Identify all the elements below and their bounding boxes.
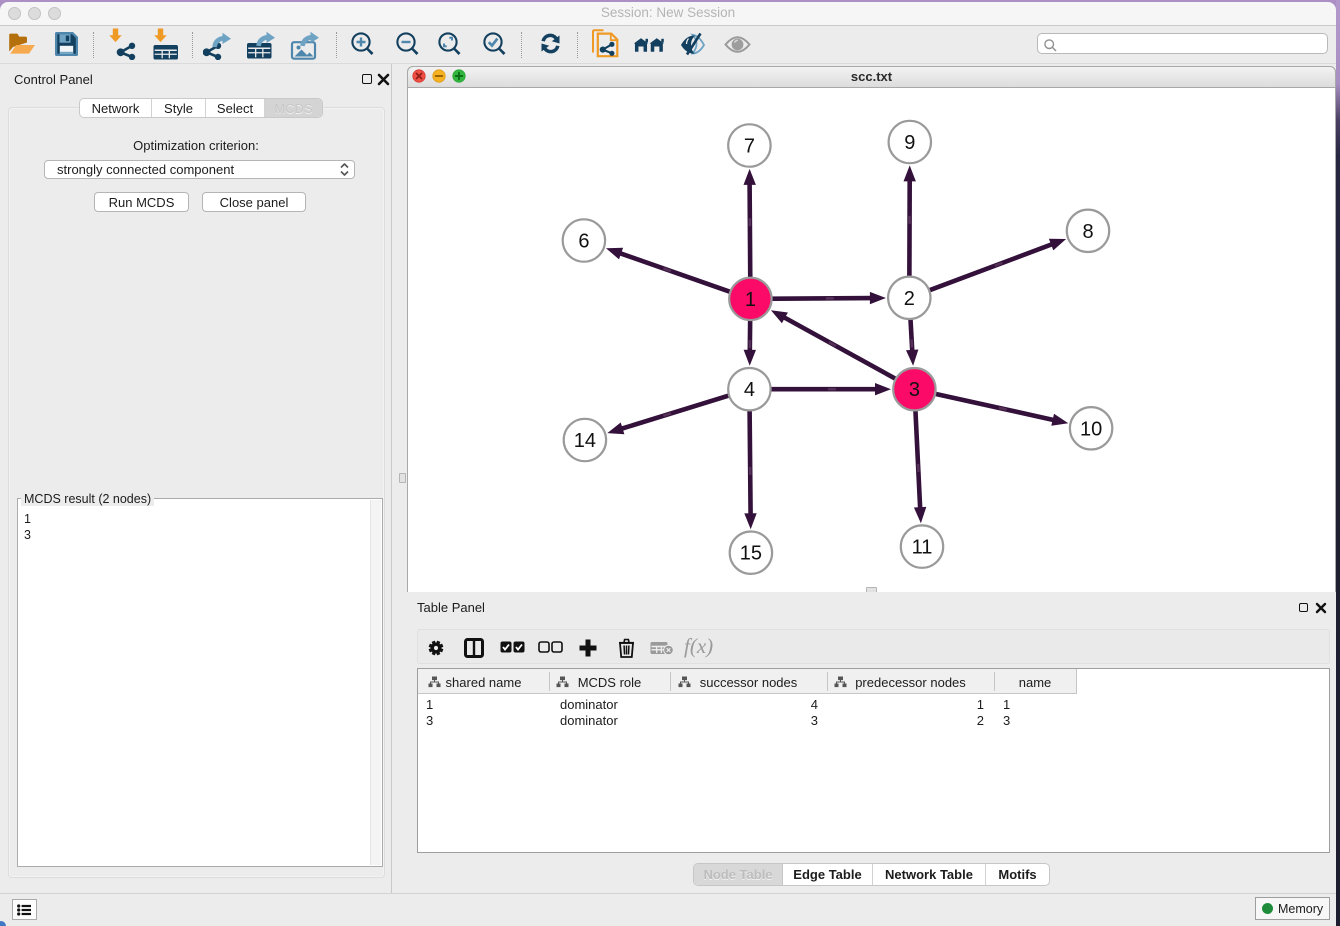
- svg-text:14: 14: [574, 430, 596, 452]
- svg-text:4: 4: [744, 379, 755, 401]
- svg-text:1: 1: [745, 289, 756, 311]
- svg-text:2: 2: [904, 288, 915, 310]
- svg-text:7: 7: [744, 136, 755, 158]
- svg-text:8: 8: [1082, 221, 1093, 243]
- svg-text:3: 3: [909, 379, 920, 401]
- svg-text:6: 6: [578, 231, 589, 253]
- svg-text:11: 11: [912, 537, 933, 559]
- svg-text:9: 9: [904, 132, 915, 154]
- svg-text:10: 10: [1080, 418, 1102, 440]
- svg-text:15: 15: [740, 543, 762, 565]
